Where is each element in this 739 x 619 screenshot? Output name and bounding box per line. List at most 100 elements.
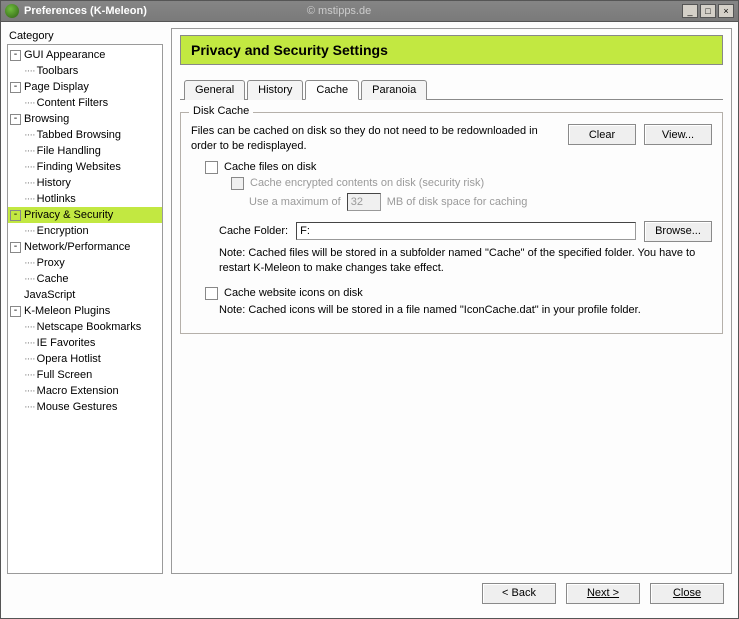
tree-item-label: Proxy xyxy=(37,257,65,269)
back-button[interactable]: < Back xyxy=(482,583,556,604)
tree-item-label: Page Display xyxy=(24,81,89,93)
next-button[interactable]: Next > xyxy=(566,583,640,604)
tree-item-label: Tabbed Browsing xyxy=(37,129,121,141)
tree-item-opera-hotlist[interactable]: ····Opera Hotlist xyxy=(8,351,162,367)
tree-item-label: History xyxy=(37,177,71,189)
group-description: Files can be cached on disk so they do n… xyxy=(191,124,556,155)
close-button[interactable]: Close xyxy=(650,583,724,604)
settings-panel: Privacy and Security Settings GeneralHis… xyxy=(171,28,732,574)
cache-folder-label: Cache Folder: xyxy=(219,225,288,237)
cache-files-label: Cache files on disk xyxy=(224,161,316,173)
tree-item-gui-appearance[interactable]: -GUI Appearance xyxy=(8,47,162,63)
expander-icon[interactable]: - xyxy=(10,306,21,317)
tree-item-finding-websites[interactable]: ····Finding Websites xyxy=(8,159,162,175)
max-mb-input xyxy=(347,193,381,211)
tab-cache[interactable]: Cache xyxy=(305,80,359,100)
tree-item-label: Privacy & Security xyxy=(24,209,113,221)
app-icon xyxy=(5,4,19,18)
tree-dots-icon: ···· xyxy=(24,161,35,173)
icons-note: Note: Cached icons will be stored in a f… xyxy=(219,303,641,318)
tree-item-label: Finding Websites xyxy=(37,161,121,173)
tree-item-full-screen[interactable]: ····Full Screen xyxy=(8,367,162,383)
tree-item-history[interactable]: ····History xyxy=(8,175,162,191)
cache-icons-checkbox[interactable] xyxy=(205,287,218,300)
tree-dots-icon: ···· xyxy=(24,337,35,349)
tree-item-content-filters[interactable]: ····Content Filters xyxy=(8,95,162,111)
tree-item-page-display[interactable]: -Page Display xyxy=(8,79,162,95)
tree-dots-icon: ···· xyxy=(24,129,35,141)
tree-item-toolbars[interactable]: ····Toolbars xyxy=(8,63,162,79)
tree-item-tabbed-browsing[interactable]: ····Tabbed Browsing xyxy=(8,127,162,143)
tree-item-privacy-security[interactable]: -Privacy & Security xyxy=(8,207,162,223)
panel-heading: Privacy and Security Settings xyxy=(180,35,723,65)
tabs-row: GeneralHistoryCacheParanoia xyxy=(180,79,723,100)
window-title: Preferences (K-Meleon) xyxy=(24,5,147,17)
expander-icon[interactable]: - xyxy=(10,114,21,125)
expander-icon[interactable]: - xyxy=(10,242,21,253)
minimize-button[interactable]: _ xyxy=(682,4,698,18)
tree-item-label: JavaScript xyxy=(24,289,75,301)
tree-item-file-handling[interactable]: ····File Handling xyxy=(8,143,162,159)
tree-dots-icon: ···· xyxy=(24,257,35,269)
browse-button[interactable]: Browse... xyxy=(644,221,712,242)
tree-dots-icon: ···· xyxy=(24,369,35,381)
sidebar: Category -GUI Appearance····Toolbars-Pag… xyxy=(7,28,163,574)
tree-dots-icon: ···· xyxy=(24,193,35,205)
cache-files-checkbox[interactable] xyxy=(205,161,218,174)
tree-item-k-meleon-plugins[interactable]: -K-Meleon Plugins xyxy=(8,303,162,319)
max-prefix: Use a maximum of xyxy=(249,196,341,208)
tree-item-label: Full Screen xyxy=(37,369,93,381)
cache-encrypted-checkbox xyxy=(231,177,244,190)
tree-item-browsing[interactable]: -Browsing xyxy=(8,111,162,127)
tree-item-label: Content Filters xyxy=(37,97,109,109)
expander-icon[interactable]: - xyxy=(10,50,21,61)
tree-item-proxy[interactable]: ····Proxy xyxy=(8,255,162,271)
tree-item-encryption[interactable]: ····Encryption xyxy=(8,223,162,239)
tab-history[interactable]: History xyxy=(247,80,303,100)
tree-dots-icon: ···· xyxy=(24,401,35,413)
tree-dots-icon: ···· xyxy=(24,225,35,237)
tree-item-label: Cache xyxy=(37,273,69,285)
tree-item-label: Network/Performance xyxy=(24,241,130,253)
category-label: Category xyxy=(7,28,163,44)
cache-folder-input[interactable] xyxy=(296,222,636,240)
tree-item-label: Macro Extension xyxy=(37,385,119,397)
watermark: © mstipps.de xyxy=(307,5,371,17)
clear-button[interactable]: Clear xyxy=(568,124,636,145)
tree-item-label: File Handling xyxy=(37,145,101,157)
tab-paranoia[interactable]: Paranoia xyxy=(361,80,427,100)
tree-dots-icon: ···· xyxy=(24,145,35,157)
cache-encrypted-label: Cache encrypted contents on disk (securi… xyxy=(250,177,484,189)
titlebar: Preferences (K-Meleon) © mstipps.de _ □ … xyxy=(0,0,739,22)
tree-dots-icon: ···· xyxy=(24,177,35,189)
tree-item-label: Mouse Gestures xyxy=(37,401,118,413)
close-window-button[interactable]: × xyxy=(718,4,734,18)
tree-dots-icon: ···· xyxy=(24,97,35,109)
tree-item-javascript[interactable]: JavaScript xyxy=(8,287,162,303)
maximize-button[interactable]: □ xyxy=(700,4,716,18)
tree-item-netscape-bookmarks[interactable]: ····Netscape Bookmarks xyxy=(8,319,162,335)
disk-cache-group: Disk Cache Files can be cached on disk s… xyxy=(180,112,723,334)
cache-icons-label: Cache website icons on disk xyxy=(224,287,363,299)
tree-item-hotlinks[interactable]: ····Hotlinks xyxy=(8,191,162,207)
tree-item-ie-favorites[interactable]: ····IE Favorites xyxy=(8,335,162,351)
tree-item-network-performance[interactable]: -Network/Performance xyxy=(8,239,162,255)
tree-item-label: Opera Hotlist xyxy=(37,353,101,365)
view-button[interactable]: View... xyxy=(644,124,712,145)
tree-item-cache[interactable]: ····Cache xyxy=(8,271,162,287)
tree-dots-icon: ···· xyxy=(24,321,35,333)
tree-item-label: Toolbars xyxy=(37,65,79,77)
tree-item-label: K-Meleon Plugins xyxy=(24,305,110,317)
tab-general[interactable]: General xyxy=(184,80,245,100)
tree-item-label: Encryption xyxy=(37,225,89,237)
tree-item-label: Netscape Bookmarks xyxy=(37,321,142,333)
folder-note: Note: Cached files will be stored in a s… xyxy=(219,246,712,277)
category-tree[interactable]: -GUI Appearance····Toolbars-Page Display… xyxy=(7,44,163,574)
expander-icon[interactable]: - xyxy=(10,82,21,93)
tree-item-macro-extension[interactable]: ····Macro Extension xyxy=(8,383,162,399)
tree-dots-icon: ···· xyxy=(24,385,35,397)
tree-item-mouse-gestures[interactable]: ····Mouse Gestures xyxy=(8,399,162,415)
tree-dots-icon: ···· xyxy=(24,65,35,77)
tree-item-label: Browsing xyxy=(24,113,69,125)
expander-icon[interactable]: - xyxy=(10,210,21,221)
